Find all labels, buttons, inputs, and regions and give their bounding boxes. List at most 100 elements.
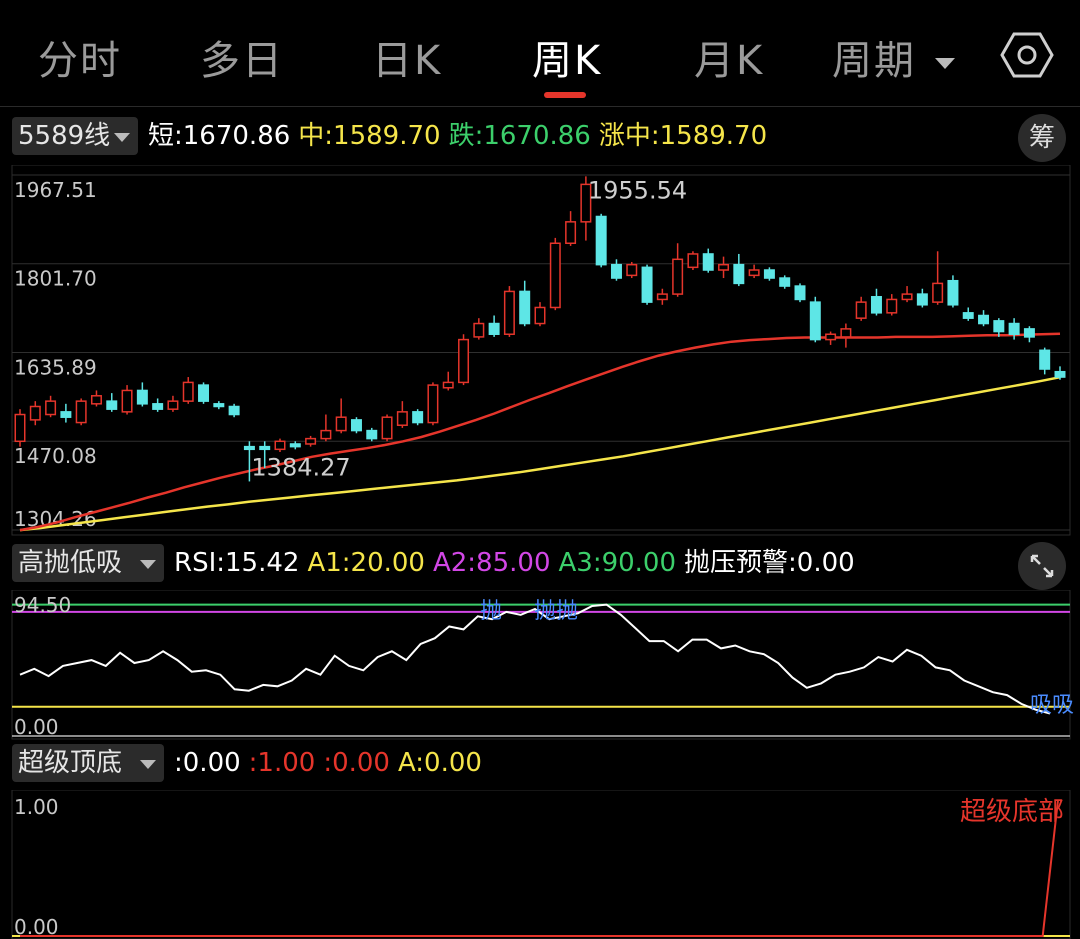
candle (978, 314, 990, 325)
period-tab-bar: 分时 多日 日K 周K 月K 周期 (0, 0, 1080, 106)
candle (962, 312, 974, 319)
candle (1023, 328, 1035, 338)
rsi-chart[interactable]: 94.500.00抛 抛抛吸吸 (0, 590, 1080, 740)
y-tick-label: 1304.26 (14, 507, 97, 531)
candle (121, 389, 133, 413)
divider (0, 106, 1080, 107)
candle (748, 269, 760, 277)
legend-a2: A2:85.00 (432, 548, 551, 578)
legend-mid: 中:1589.70 (298, 121, 441, 151)
short-line (19, 332, 1061, 532)
tab-period-dropdown[interactable]: 周期 (832, 28, 955, 86)
legend-a1: A1:20.00 (307, 548, 425, 578)
candle (90, 395, 102, 405)
candle (794, 285, 806, 301)
candle (610, 263, 622, 279)
candle (473, 322, 485, 338)
candle (809, 301, 821, 341)
candle (763, 269, 775, 279)
legend-short: 短:1670.86 (148, 121, 291, 151)
legend-b1: :1.00 (248, 748, 316, 778)
candle (29, 405, 41, 421)
candle (45, 400, 57, 416)
candle (733, 263, 745, 285)
rsi-legend: RSI:15.42 A1:20.00 A2:85.00 A3:90.00 抛压预警:0.… (174, 544, 863, 582)
caret-down-icon (114, 133, 130, 142)
y-tick-label: 1801.70 (14, 267, 97, 291)
candle (702, 253, 714, 271)
candle (412, 411, 424, 424)
candle (75, 400, 87, 424)
candle (549, 242, 561, 309)
candle (259, 445, 271, 451)
candle (274, 440, 286, 451)
candle (106, 400, 118, 410)
candle (213, 403, 225, 408)
super-top-bottom-chart[interactable]: 1.000.00超级底部 (0, 790, 1080, 939)
candle (840, 328, 852, 338)
candle (916, 293, 928, 306)
candle (228, 405, 240, 416)
candle (595, 215, 607, 266)
bottom-indicator-dropdown[interactable]: 超级顶底 (12, 744, 164, 782)
sell-signal-label: 抛 (480, 599, 502, 624)
y-tick-label: 1.00 (14, 795, 59, 819)
main-legend: 短:1670.86 中:1589.70 跌:1670.86 涨中:1589.70 (148, 117, 775, 155)
mid-line (19, 375, 1061, 532)
legend-pressure-warning: 抛压预警:0.00 (684, 548, 855, 578)
rsi-indicator-dropdown[interactable]: 高抛低吸 (12, 544, 164, 582)
chip-distribution-button[interactable]: 筹 (1018, 114, 1066, 162)
y-tick-label: 1967.51 (14, 178, 97, 202)
candle (886, 298, 898, 314)
candle (427, 384, 439, 424)
candle (1008, 322, 1020, 335)
legend-b0: :0.00 (174, 748, 241, 778)
bottom-legend: :0.00:1.00:0.00 A:0.00 (174, 744, 490, 782)
candlestick-chart[interactable]: 1967.51 1801.70 1635.89 1470.08 1304.26 1955.… (0, 165, 1080, 545)
rsi-indicator-label: 高抛低吸 (18, 548, 123, 578)
candle (14, 413, 26, 443)
candle (641, 266, 653, 303)
candle (565, 221, 577, 244)
candle (136, 389, 148, 405)
candle (1054, 370, 1066, 378)
candle (182, 381, 194, 402)
tab-daily-k[interactable]: 日K (372, 28, 442, 86)
legend-a3: A3:90.00 (558, 548, 677, 578)
candle (993, 320, 1005, 333)
active-tab-indicator (544, 92, 586, 98)
legend-b2: :0.00 (323, 748, 390, 778)
main-indicator-label: 5589线 (18, 121, 111, 151)
hexagon-settings-icon[interactable] (1000, 28, 1054, 82)
chevron-down-icon (934, 57, 955, 69)
high-label: 1955.54 (588, 176, 687, 204)
candle (519, 290, 531, 325)
main-indicator-dropdown[interactable]: 5589线 (12, 117, 138, 155)
tab-monthly-k[interactable]: 月K (694, 28, 764, 86)
candle (626, 263, 638, 277)
caret-down-icon (140, 760, 156, 769)
tab-intraday[interactable]: 分时 (38, 28, 122, 86)
caret-down-icon (140, 560, 156, 569)
tab-weekly-k[interactable]: 周K (532, 28, 602, 86)
chart-frame (11, 165, 1071, 536)
legend-rise-mid: 涨中:1589.70 (598, 121, 768, 151)
candle (396, 411, 408, 426)
candle (947, 279, 959, 306)
legend-b3: A:0.00 (397, 748, 482, 778)
candle (366, 429, 378, 440)
candle (167, 400, 179, 410)
candle (825, 333, 837, 341)
candle (870, 296, 882, 314)
candle (152, 403, 164, 410)
candle (243, 445, 255, 451)
candle (503, 290, 515, 335)
candle (932, 282, 944, 303)
candle (534, 306, 546, 325)
legend-fall: 跌:1670.86 (448, 121, 591, 151)
expand-arrows-icon[interactable] (1018, 542, 1066, 590)
expand-arrows-glyph (1030, 554, 1054, 578)
tab-multi-day[interactable]: 多日 (200, 28, 284, 86)
y-tick-label: 0.00 (14, 715, 59, 739)
candle (488, 322, 500, 335)
